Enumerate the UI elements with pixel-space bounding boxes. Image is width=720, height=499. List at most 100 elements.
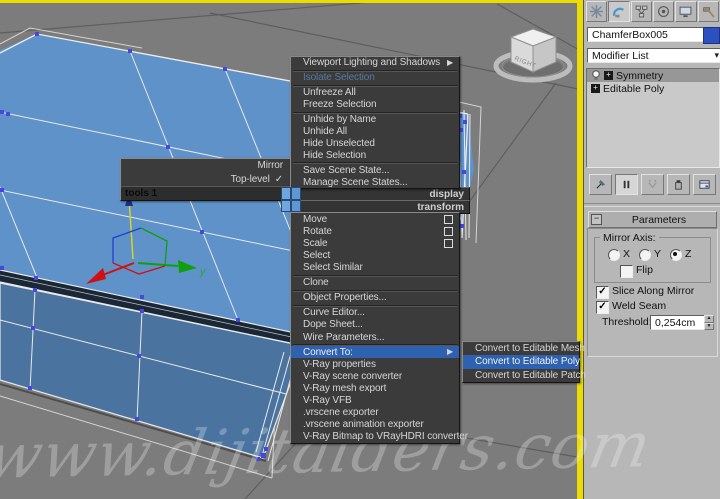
menu-item-label: V-Ray VFB	[303, 395, 352, 407]
menu-item[interactable]: Mirror	[121, 159, 291, 173]
flip-checkbox[interactable]	[620, 265, 633, 278]
menu-item[interactable]: Hide Unselected	[291, 137, 459, 149]
settings-box-icon[interactable]	[444, 238, 453, 248]
menu-item-label: Move	[303, 213, 328, 225]
menu-item-label: Select	[303, 249, 331, 261]
menu-item[interactable]: Convert to Editable Mesh	[463, 342, 585, 355]
modify-tab[interactable]	[608, 1, 630, 22]
menu-item[interactable]: Unhide by Name	[291, 114, 459, 126]
create-tab[interactable]	[586, 1, 608, 22]
configure-modifier-sets-icon	[699, 179, 710, 189]
menu-item[interactable]: Dope Sheet...	[291, 319, 459, 331]
radio-z[interactable]	[670, 249, 682, 261]
quad-title-tools[interactable]: tools 1	[121, 186, 291, 200]
panel-tab-row	[586, 1, 719, 22]
object-color-swatch[interactable]	[703, 27, 720, 44]
menu-item[interactable]: V-Ray properties	[291, 358, 459, 370]
menu-item-label: Rotate	[303, 225, 332, 237]
object-name-field[interactable]: ChamferBox005	[587, 27, 707, 42]
submenu-arrow-icon: ▶	[446, 57, 453, 67]
menu-item[interactable]: Clone	[291, 277, 459, 289]
pin-stack-button[interactable]	[589, 173, 612, 195]
motion-tab[interactable]	[652, 1, 675, 22]
modifier-name: Symmetry	[616, 69, 664, 82]
menu-item[interactable]: Hide Selection	[291, 149, 459, 161]
menu-item-label: Convert to Editable Patch	[475, 369, 586, 381]
modifier-name: Editable Poly	[603, 82, 665, 95]
menu-item[interactable]: V-Ray scene converter	[291, 370, 459, 382]
menu-item[interactable]: .vrscene animation exporter	[291, 419, 459, 431]
menu-item[interactable]: Convert To: ▶	[291, 346, 459, 359]
display-context-menu: Viewport Lighting and Shadows ▶ Isolate Se…	[290, 56, 460, 189]
menu-separator	[291, 304, 459, 307]
3dsmax-screenshot: { "viewport": { "watermark": "www.dijita…	[0, 0, 720, 499]
transform-menu-items: Move Rotate Scale Select Select Similar Clone…	[291, 213, 468, 443]
slice-along-mirror-checkbox[interactable]: ✓	[596, 286, 609, 299]
display-tab[interactable]	[675, 1, 697, 22]
menu-item[interactable]: Select Similar	[291, 261, 459, 273]
settings-box-icon[interactable]	[444, 214, 453, 224]
hierarchy-icon	[635, 5, 648, 18]
menu-item[interactable]: Select	[291, 249, 459, 261]
menu-separator	[291, 111, 459, 114]
menu-item[interactable]: .vrscene exporter	[291, 407, 459, 419]
menu-item-label: Convert To:	[303, 346, 353, 358]
remove-modifier-button[interactable]	[667, 173, 690, 195]
menu-item-label: Clone	[303, 277, 329, 289]
menu-item-label: Mirror	[257, 160, 283, 172]
menu-item[interactable]: Convert to Editable Poly	[463, 355, 580, 369]
menu-separator	[291, 84, 459, 87]
menu-item[interactable]: Scale	[291, 237, 459, 249]
make-unique-button[interactable]	[641, 173, 664, 195]
menu-item[interactable]: Unfreeze All	[291, 87, 459, 99]
menu-item[interactable]: Object Properties...	[291, 292, 459, 304]
quad-center-icon[interactable]	[281, 187, 301, 212]
menu-item-label: Save Scene State...	[303, 164, 390, 176]
expand-plus-icon[interactable]: +	[604, 71, 613, 80]
menu-item[interactable]: Move	[291, 213, 459, 225]
checkmark-icon: ✓	[274, 173, 283, 185]
quad-square	[291, 200, 301, 212]
configure-modifier-sets-button[interactable]	[693, 173, 716, 195]
convert-to-submenu: Convert to Editable Mesh Convert to Edita…	[462, 341, 586, 383]
display-monitor-icon	[680, 6, 692, 18]
hierarchy-tab[interactable]	[630, 1, 652, 22]
weld-seam-checkbox[interactable]: ✓	[596, 301, 609, 314]
modifier-stack-row[interactable]: + Editable Poly	[587, 82, 719, 95]
menu-item[interactable]: Unhide All	[291, 126, 459, 138]
menu-item[interactable]: Manage Scene States...	[291, 176, 459, 188]
make-unique-icon	[648, 179, 657, 188]
menu-item[interactable]: Top-level ✓	[121, 173, 291, 187]
parameters-rollout-header[interactable]: − Parameters	[588, 211, 717, 228]
menu-item[interactable]: V-Ray VFB	[291, 395, 459, 407]
menu-item[interactable]: Convert to Editable Patch	[463, 369, 586, 382]
menu-item[interactable]: Rotate	[291, 225, 459, 237]
parameters-rollout-body: Mirror Axis: X Y Z Flip ✓ Slice Along Mi…	[587, 228, 718, 357]
threshold-spinner[interactable]: ▲ ▼	[704, 315, 714, 330]
menu-item[interactable]: Wire Parameters...	[291, 331, 459, 343]
menu-item[interactable]: Viewport Lighting and Shadows ▶	[291, 57, 459, 69]
bulb-icon[interactable]	[591, 69, 601, 82]
modifier-stack-row[interactable]: + Symmetry	[587, 69, 719, 82]
menu-item[interactable]: Curve Editor...	[291, 307, 459, 319]
show-end-result-button[interactable]	[615, 173, 638, 195]
menu-item[interactable]: Freeze Selection	[291, 99, 459, 111]
utilities-hammer-icon	[703, 7, 715, 18]
spinner-down-icon[interactable]: ▼	[704, 322, 714, 330]
modifier-list-dropdown[interactable]: Modifier List ▾	[587, 48, 720, 63]
transform-context-menu: Move Rotate Scale Select Select Similar Clone…	[290, 212, 468, 444]
flip-label: Flip	[636, 264, 653, 276]
menu-item[interactable]: Save Scene State...	[291, 164, 459, 176]
expand-plus-icon[interactable]: +	[591, 84, 600, 93]
command-panel: ChamferBox005 Modifier List ▾ + Symmetry +…	[583, 0, 720, 499]
menu-item[interactable]: V-Ray mesh export	[291, 382, 459, 394]
threshold-field[interactable]: 0,254cm	[650, 315, 711, 330]
menu-item[interactable]: V-Ray Bitmap to VRayHDRI converter	[291, 431, 468, 443]
radio-y[interactable]	[639, 249, 651, 261]
utilities-tab[interactable]	[697, 1, 719, 22]
menu-item-label: V-Ray mesh export	[303, 382, 387, 394]
convert-submenu-items: Convert to Editable Mesh Convert to Edita…	[463, 342, 586, 382]
settings-box-icon[interactable]	[444, 226, 453, 236]
radio-x[interactable]	[608, 249, 620, 261]
spinner-up-icon[interactable]: ▲	[704, 315, 714, 323]
